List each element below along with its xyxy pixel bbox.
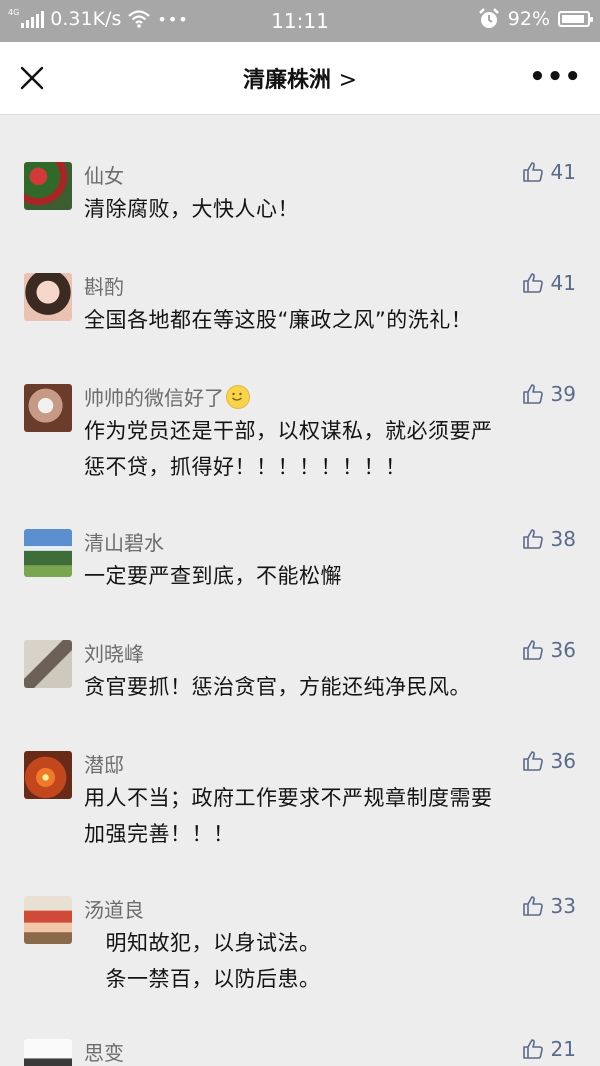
thumbs-up-icon: [522, 640, 543, 660]
comment-text: 全国各地都在等这股“廉政之风”的洗礼！: [84, 308, 473, 332]
avatar[interactable]: [24, 1039, 72, 1066]
like-button[interactable]: 21: [521, 1037, 576, 1061]
like-count: 38: [550, 527, 576, 551]
avatar[interactable]: [24, 640, 72, 688]
comment-text: 清除腐败，大快人心！: [84, 197, 299, 221]
comment-author: 斟酌: [84, 271, 124, 300]
battery-percent: 92%: [507, 8, 550, 30]
thumbs-up-icon: [522, 162, 543, 182]
nav-bar: 清廉株洲 > •••: [0, 42, 600, 115]
thumbs-up-icon: [522, 529, 543, 549]
more-icon[interactable]: •••: [529, 64, 582, 90]
page-title[interactable]: 清廉株洲 >: [0, 62, 600, 94]
comment-author-name: 斟酌: [84, 275, 124, 299]
thumbs-up-icon: [522, 896, 543, 916]
comment-text: 加强完善！！！: [84, 822, 235, 846]
like-button[interactable]: 41: [521, 160, 576, 184]
comment-text: 作为党员还是干部，以权谋私，就必须要严: [84, 419, 493, 443]
like-button[interactable]: 36: [521, 638, 576, 662]
comment-text: 明知故犯，以身试法。: [84, 931, 321, 955]
alarm-icon: [478, 8, 499, 28]
status-right: 92%: [478, 8, 593, 30]
battery-fill: [562, 15, 585, 23]
comment-author: 汤道良: [84, 894, 144, 923]
comment-author-name: 仙女: [84, 164, 124, 188]
comment-author-name: 汤道良: [84, 898, 144, 922]
comment-author-name: 思变: [84, 1041, 124, 1065]
thumbs-up-icon: [522, 384, 543, 404]
like-button[interactable]: 33: [521, 894, 576, 918]
comment-author-name: 刘晓峰: [84, 642, 144, 666]
like-button[interactable]: 36: [521, 749, 576, 773]
page-title-text: 清廉株洲: [242, 68, 331, 93]
smile-emoji-icon: [226, 385, 250, 409]
comment-author: 思变: [84, 1037, 124, 1066]
like-count: 33: [550, 894, 576, 918]
like-count: 36: [550, 638, 576, 662]
like-button[interactable]: 39: [521, 382, 576, 406]
avatar[interactable]: [24, 273, 72, 321]
comment-author: 帅帅的微信好了: [84, 382, 250, 411]
thumbs-up-icon: [522, 1039, 543, 1059]
like-count: 21: [550, 1037, 576, 1061]
thumbs-up-icon: [522, 751, 543, 771]
comment-author-name: 清山碧水: [84, 531, 164, 555]
like-button[interactable]: 38: [521, 527, 576, 551]
like-count: 41: [550, 160, 576, 184]
comment-author-name: 帅帅的微信好了: [84, 386, 224, 410]
comment-text: 贪官要抓！惩治贪官，方能还纯净民风。: [84, 675, 471, 699]
like-count: 39: [550, 382, 576, 406]
battery-icon: [558, 11, 593, 27]
comment-author: 清山碧水: [84, 527, 164, 556]
comment-author: 潜邸: [84, 749, 124, 778]
comment-author: 刘晓峰: [84, 638, 144, 667]
chevron-right-icon: >: [338, 68, 358, 93]
avatar[interactable]: [24, 751, 72, 799]
comment-list: 仙女 41 清除腐败，大快人心！ 斟酌 41 全国各地都在等这股“廉政之风”的洗礼！ 帅帅的…: [0, 115, 600, 1066]
comment-text: 条一禁百，以防后患。: [84, 967, 321, 991]
status-bar: 4G 0.31K/s ••• 11:11 92%: [0, 0, 600, 42]
thumbs-up-icon: [522, 273, 543, 293]
comment-author: 仙女: [84, 160, 124, 189]
comment-text: 惩不贷，抓得好！！！！！！！！: [84, 455, 407, 479]
comment-text: 用人不当；政府工作要求不严规章制度需要: [84, 786, 493, 810]
like-count: 36: [550, 749, 576, 773]
like-count: 41: [550, 271, 576, 295]
avatar[interactable]: [24, 384, 72, 432]
avatar[interactable]: [24, 896, 72, 944]
avatar[interactable]: [24, 529, 72, 577]
comment-text: 一定要严查到底，不能松懈: [84, 564, 342, 588]
like-button[interactable]: 41: [521, 271, 576, 295]
comment-author-name: 潜邸: [84, 753, 124, 777]
avatar[interactable]: [24, 162, 72, 210]
